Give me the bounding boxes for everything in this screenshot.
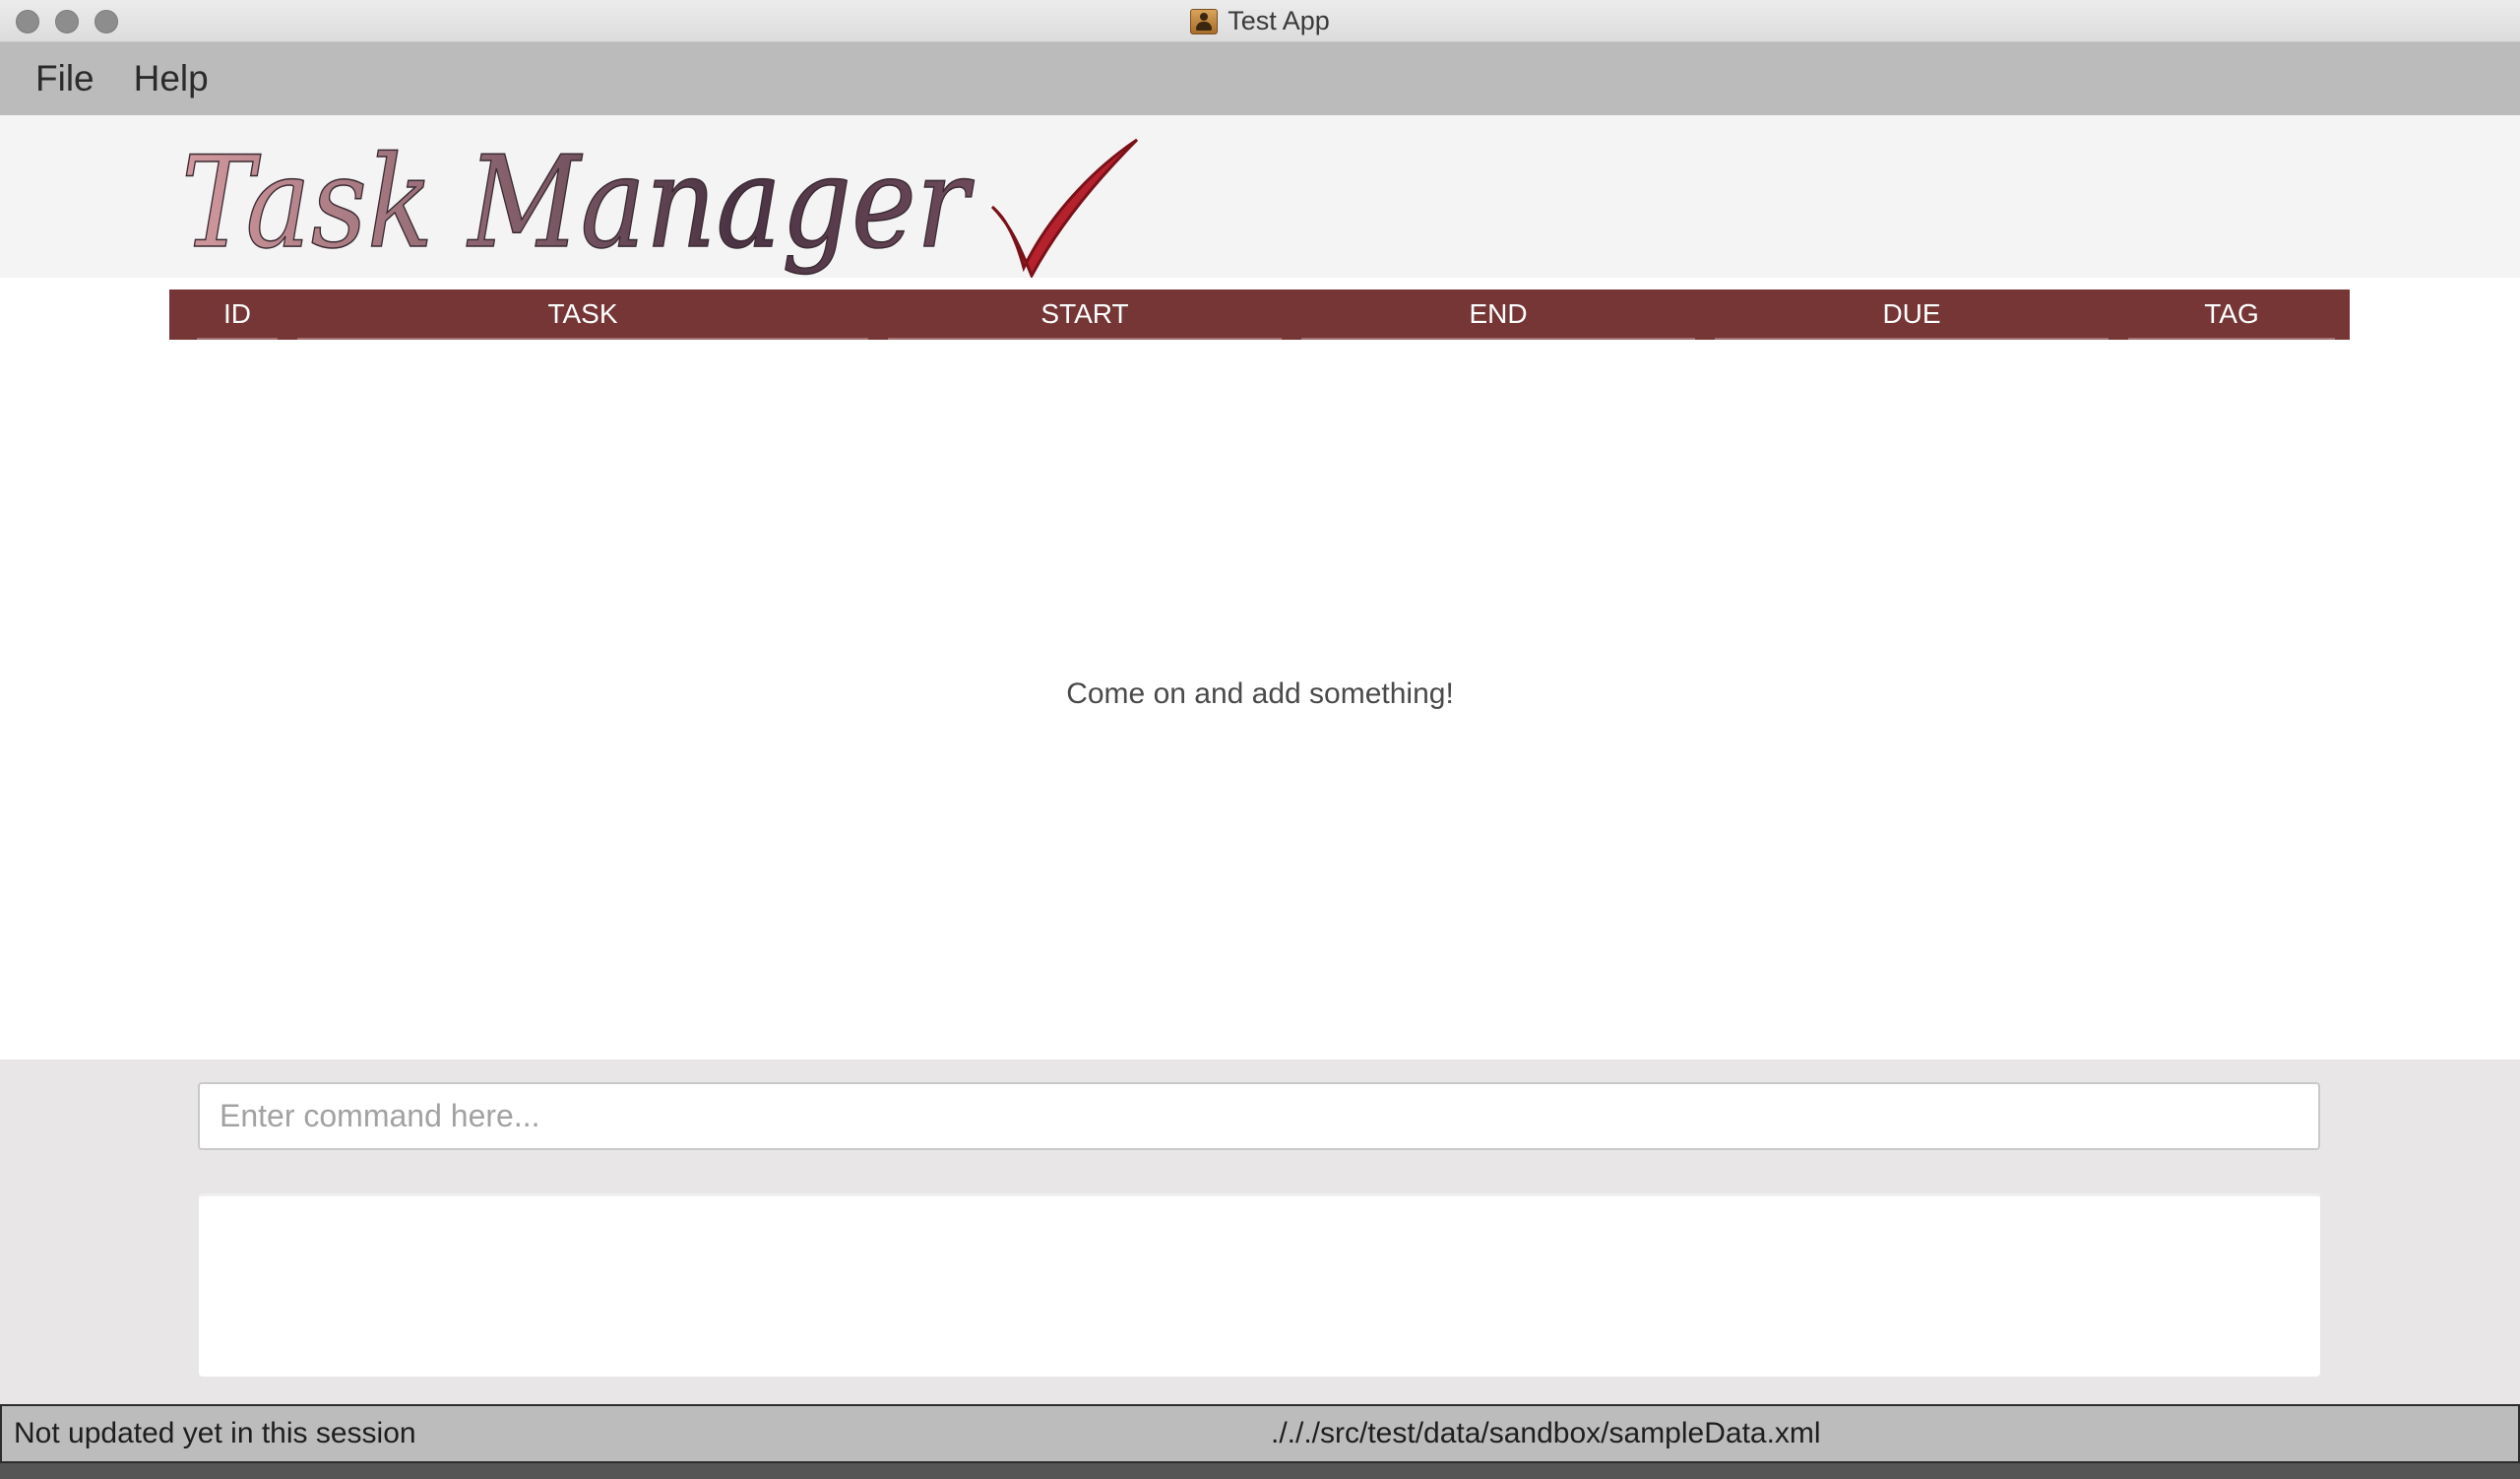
status-bar: Not updated yet in this session ./././sr… xyxy=(0,1404,2520,1463)
task-table-body[interactable]: Come on and add something! xyxy=(0,340,2520,1060)
result-display[interactable] xyxy=(199,1193,2320,1377)
checkmark-icon xyxy=(990,138,1139,278)
task-table-header: ID TASK START END DUE TAG xyxy=(169,289,2350,340)
task-manager-logo: Task Manager xyxy=(180,129,1139,278)
logo-text: Task Manager xyxy=(181,130,975,277)
column-header-end[interactable]: END xyxy=(1301,289,1695,340)
sync-status: Not updated yet in this session xyxy=(14,1417,416,1449)
menu-file[interactable]: File xyxy=(0,58,116,99)
column-header-start[interactable]: START xyxy=(888,289,1282,340)
menu-bar: File Help xyxy=(0,42,2520,115)
column-header-tag[interactable]: TAG xyxy=(2128,289,2335,340)
title-bar: Test App xyxy=(0,0,2520,42)
empty-table-message: Come on and add something! xyxy=(1066,677,1454,710)
column-header-due[interactable]: DUE xyxy=(1715,289,2109,340)
column-header-task[interactable]: TASK xyxy=(297,289,868,340)
window-title-wrap: Test App xyxy=(0,0,2520,42)
menu-help[interactable]: Help xyxy=(116,58,226,99)
window-title: Test App xyxy=(1228,6,1330,35)
window-bottom-edge xyxy=(0,1463,2520,1479)
header-banner: Task Manager xyxy=(0,115,2520,278)
save-location: ./././src/test/data/sandbox/sampleData.x… xyxy=(1271,1417,1821,1449)
column-header-id[interactable]: ID xyxy=(197,289,278,340)
contacts-app-icon xyxy=(1190,8,1219,34)
command-area xyxy=(0,1060,2520,1404)
command-input[interactable] xyxy=(198,1082,2320,1150)
